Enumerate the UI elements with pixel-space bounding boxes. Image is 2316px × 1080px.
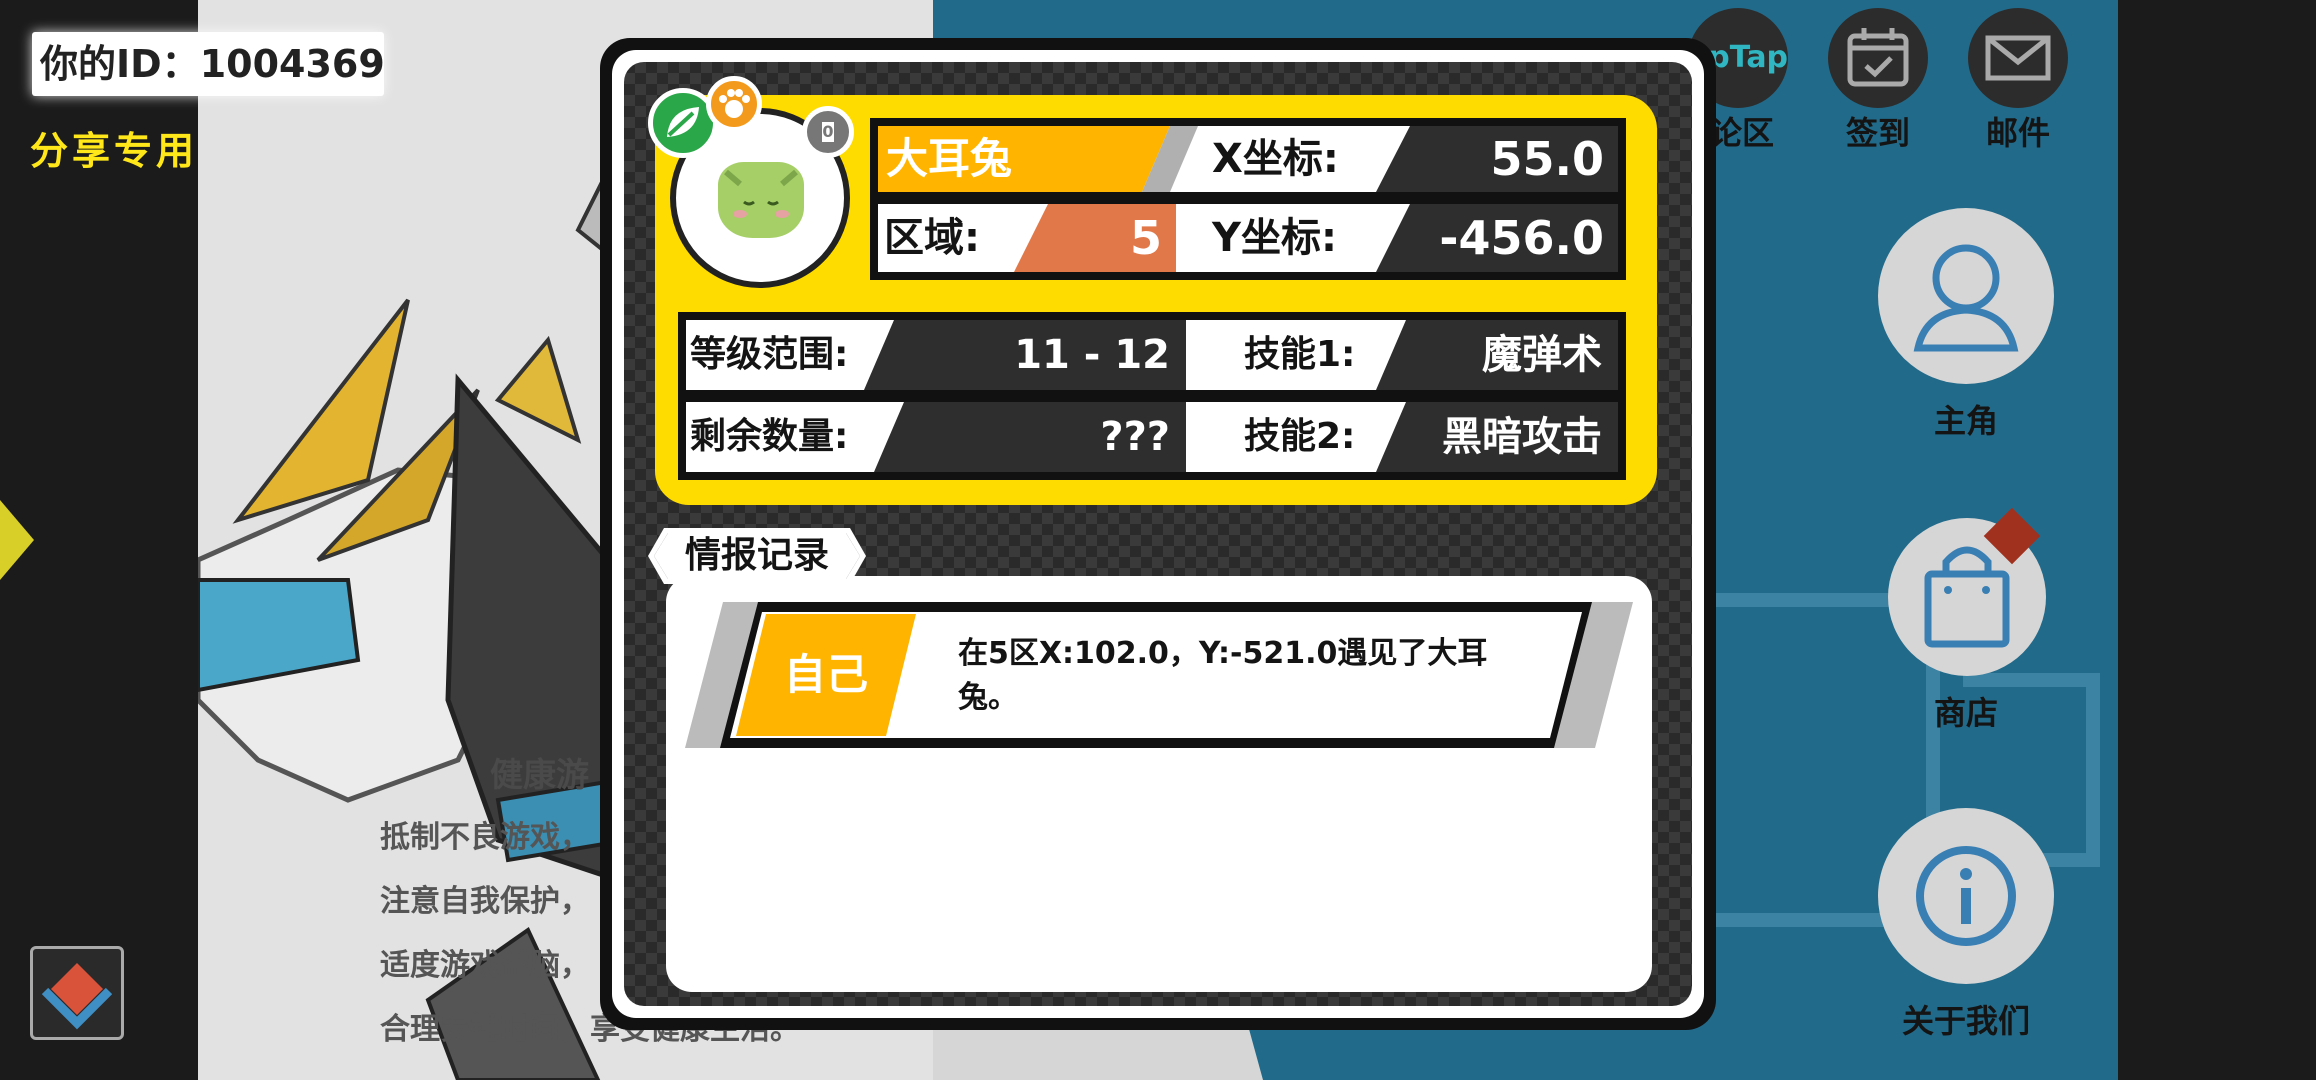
- skill1-label: 技能1:: [1244, 334, 1356, 375]
- layers-icon: [41, 963, 113, 1030]
- x-coord-value: 55.0: [1376, 126, 1618, 192]
- record-text: 在5区X:102.0，Y:-521.0遇见了大耳兔。: [958, 636, 1488, 715]
- paw-icon: [706, 76, 762, 132]
- shop-label: 商店: [1933, 694, 1998, 732]
- player-id-value: 1004369: [199, 42, 385, 86]
- y-coord-value: -456.0: [1376, 204, 1618, 272]
- remaining-count-label: 剩余数量:: [690, 416, 849, 457]
- calendar-check-icon: [1847, 28, 1909, 87]
- checkin-label: 签到: [1845, 114, 1910, 152]
- monster-location-box: 大耳兔 X坐标: 55.0 区域: 5 Y坐标: -456.0: [870, 118, 1626, 280]
- health-notice-title: 健康游: [490, 755, 589, 794]
- level-range-label: 等级范围:: [690, 334, 849, 375]
- y-coord-label: Y坐标:: [1212, 215, 1337, 261]
- record-tab[interactable]: 情报记录: [654, 533, 860, 579]
- about-button[interactable]: [1878, 808, 2054, 984]
- player-id-badge: 你的ID：1004369: [32, 32, 385, 96]
- monster-name: 大耳兔: [886, 134, 1013, 183]
- mail-label: 邮件: [1985, 114, 2050, 152]
- bunny-face-icon: [724, 169, 798, 218]
- count-badge-value: 0: [822, 122, 834, 142]
- level-range-value: 11 - 12: [864, 320, 1186, 390]
- hero-button[interactable]: [1878, 208, 2054, 384]
- mail-button[interactable]: [1968, 8, 2068, 108]
- record-source: 自己: [736, 614, 916, 736]
- health-notice-line: 抵制不良游戏，: [380, 820, 590, 855]
- skill2-value: 黑暗攻击: [1376, 402, 1618, 472]
- region-label: 区域:: [884, 215, 980, 261]
- player-id-label: 你的ID：: [40, 42, 200, 86]
- info-icon: [1916, 846, 2016, 946]
- mail-icon: [1985, 35, 2051, 81]
- about-label: 关于我们: [1901, 1002, 2030, 1040]
- checkin-button[interactable]: [1828, 8, 1928, 108]
- skill2-label: 技能2:: [1244, 416, 1356, 457]
- count-badge: 0: [802, 106, 854, 158]
- left-arrow-icon[interactable]: [0, 500, 34, 580]
- x-coord-label: X坐标:: [1212, 136, 1339, 182]
- health-notice-line: 注意自我保护，: [380, 884, 590, 919]
- health-notice-line: 适度游戏益脑，: [380, 948, 590, 983]
- remaining-count-value: ???: [874, 402, 1186, 472]
- share-label: 分享专用: [30, 129, 199, 173]
- monster-portrait: [718, 162, 804, 238]
- menu-button[interactable]: [30, 946, 124, 1040]
- skill1-value: 魔弹术: [1376, 320, 1618, 390]
- hero-label: 主角: [1933, 402, 1998, 440]
- person-icon: [1913, 244, 2019, 352]
- monster-stats-box: 等级范围: 11 - 12 技能1: 魔弹术 剩余数量: ??? 技能2: 黑暗…: [678, 312, 1626, 480]
